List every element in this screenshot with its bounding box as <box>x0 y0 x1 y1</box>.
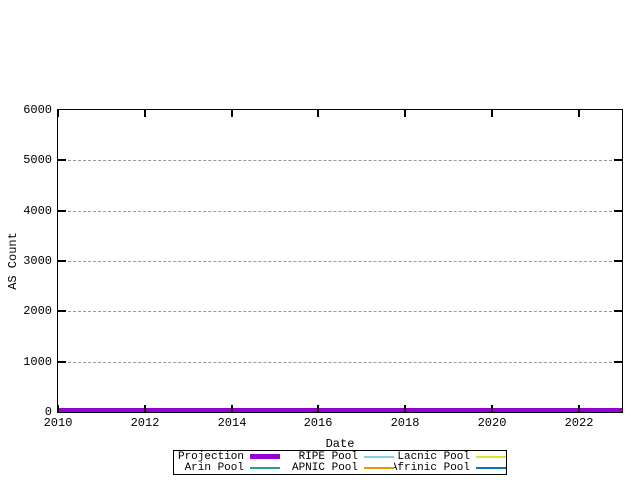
legend-line-sample <box>364 467 394 469</box>
legend-label: Projection <box>178 451 244 463</box>
chart-figure: AS Count 0100020003000400050006000201020… <box>0 0 640 480</box>
x-tick-bottom <box>231 405 233 412</box>
legend-label: Lacnic Pool <box>397 451 470 463</box>
legend-label: Afrinic Pool <box>394 462 470 474</box>
gridline-y-4000 <box>58 211 622 212</box>
x-tick-label: 2014 <box>210 417 254 430</box>
y-tick-right <box>614 159 622 161</box>
legend-label: Arin Pool <box>185 462 244 474</box>
x-tick-top <box>144 110 146 117</box>
y-tick-label: 1000 <box>0 355 52 369</box>
legend-box: Projection RIPE Pool Lacnic Pool Arin Po… <box>173 450 507 475</box>
x-tick-label: 2010 <box>36 417 80 430</box>
y-tick-right <box>614 361 622 363</box>
gridline-y-2000 <box>58 311 622 312</box>
legend-line-sample <box>250 454 280 459</box>
x-tick-bottom <box>578 405 580 412</box>
x-tick-label: 2022 <box>557 417 601 430</box>
legend-label: RIPE Pool <box>299 451 358 463</box>
legend-item-ripe-pool: RIPE Pool <box>280 451 394 463</box>
y-tick-label: 2000 <box>0 304 52 318</box>
legend-item-afrinic-pool: Afrinic Pool <box>394 462 506 474</box>
y-tick-left <box>58 361 66 363</box>
y-tick-right <box>614 210 622 212</box>
legend-label: APNIC Pool <box>292 462 358 474</box>
x-tick-label: 2018 <box>383 417 427 430</box>
gridline-y-5000 <box>58 160 622 161</box>
x-tick-label: 2020 <box>470 417 514 430</box>
legend-line-sample <box>250 467 280 469</box>
x-tick-bottom <box>144 405 146 412</box>
x-tick-top <box>404 110 406 117</box>
gridline-y-1000 <box>58 362 622 363</box>
x-tick-label: 2016 <box>296 417 340 430</box>
y-tick-label: 3000 <box>0 254 52 268</box>
y-tick-left <box>58 210 66 212</box>
legend-line-sample <box>364 456 394 458</box>
y-tick-right <box>614 310 622 312</box>
legend-item-projection: Projection <box>176 451 280 463</box>
gridline-y-3000 <box>58 261 622 262</box>
y-tick-left <box>58 260 66 262</box>
x-tick-bottom <box>404 405 406 412</box>
y-tick-label: 5000 <box>0 153 52 167</box>
x-axis-title: Date <box>57 437 623 451</box>
plot-area <box>57 109 623 413</box>
x-tick-bottom <box>317 405 319 412</box>
legend-line-sample <box>476 467 506 469</box>
x-tick-bottom <box>57 405 59 412</box>
y-tick-left <box>58 310 66 312</box>
x-tick-bottom <box>491 405 493 412</box>
series-line-projection <box>58 408 622 412</box>
legend-line-sample <box>476 456 506 458</box>
legend-item-apnic-pool: APNIC Pool <box>280 462 394 474</box>
x-tick-top <box>231 110 233 117</box>
legend-item-arin-pool: Arin Pool <box>176 462 280 474</box>
x-tick-top <box>317 110 319 117</box>
legend-item-lacnic-pool: Lacnic Pool <box>394 451 506 463</box>
x-tick-top <box>491 110 493 117</box>
y-tick-left <box>58 159 66 161</box>
x-tick-label: 2012 <box>123 417 167 430</box>
y-tick-right <box>614 260 622 262</box>
x-tick-top <box>578 110 580 117</box>
y-tick-label: 4000 <box>0 204 52 218</box>
x-tick-top <box>57 110 59 117</box>
y-tick-label: 6000 <box>0 103 52 117</box>
